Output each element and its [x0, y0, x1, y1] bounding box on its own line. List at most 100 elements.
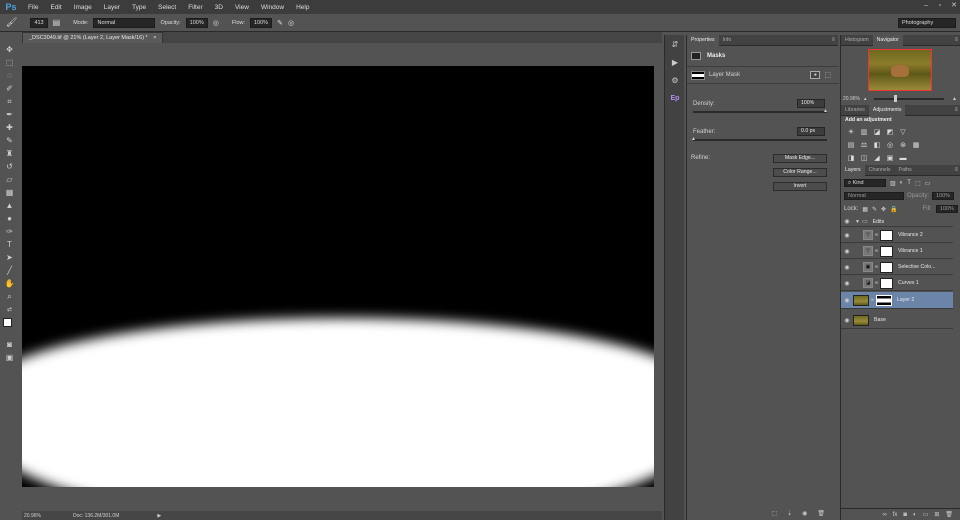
lasso-tool-icon[interactable]: ◌: [0, 69, 19, 82]
filter-shape-icon[interactable]: ⬚: [915, 180, 921, 187]
hue-saturation-icon[interactable]: ▤: [845, 139, 857, 151]
group-expand-icon[interactable]: ▼: [853, 219, 862, 225]
new-layer-icon[interactable]: ⊞: [934, 511, 939, 518]
dodge-tool-icon[interactable]: ●: [0, 212, 19, 225]
status-zoom[interactable]: 20.96%: [24, 513, 41, 519]
mask-thumbnail[interactable]: [691, 70, 705, 80]
layer-kind-select[interactable]: ⌕ Kind: [844, 179, 886, 187]
screen-mode-icon[interactable]: ▣: [0, 351, 19, 364]
layer-mask-thumbnail[interactable]: [876, 294, 892, 306]
visibility-toggle-icon[interactable]: ◉: [802, 510, 807, 520]
apply-mask-icon[interactable]: ⇣: [787, 510, 792, 520]
workspace-select[interactable]: Photography: [898, 17, 956, 28]
brush-panel-icon[interactable]: ▤: [53, 18, 61, 27]
gradient-tool-icon[interactable]: ▦: [0, 186, 19, 199]
chain-link-icon[interactable]: ∞: [873, 232, 880, 238]
curves-icon[interactable]: ◪: [871, 126, 883, 138]
tab-layers[interactable]: Layers: [841, 164, 865, 176]
black-white-icon[interactable]: ◧: [871, 139, 883, 151]
airbrush-icon[interactable]: ✎: [277, 19, 283, 27]
lock-transparent-icon[interactable]: ▦: [862, 206, 868, 213]
color-balance-icon[interactable]: ⚖: [858, 139, 870, 151]
navigator-zoom-handle[interactable]: [894, 94, 898, 102]
menu-edit[interactable]: Edit: [44, 4, 67, 11]
marquee-tool-icon[interactable]: ⬚: [0, 56, 19, 69]
pen-tool-icon[interactable]: ✑: [0, 225, 19, 238]
link-layers-icon[interactable]: ∞: [882, 512, 886, 518]
brush-size-picker[interactable]: 413: [30, 17, 48, 28]
delete-mask-icon[interactable]: 🗑: [817, 510, 825, 520]
density-input[interactable]: 100%: [797, 99, 825, 108]
tab-adjustments[interactable]: Adjustments: [868, 104, 906, 116]
layer-row-selected[interactable]: ◉ ∞ Layer 2: [841, 292, 953, 309]
menu-help[interactable]: Help: [290, 4, 315, 11]
eyedropper-tool-icon[interactable]: ✒: [0, 108, 19, 121]
healing-tool-icon[interactable]: ✚: [0, 121, 19, 134]
tab-info[interactable]: Info: [719, 35, 736, 46]
layer-row[interactable]: ◉ ▣ ∞ Selective Colo...: [841, 260, 953, 275]
density-slider[interactable]: [693, 111, 827, 113]
document-tab[interactable]: _DSC3049.tif @ 21% (Layer 2, Layer Mask/…: [22, 32, 164, 43]
density-slider-handle-icon[interactable]: ▲: [823, 108, 828, 114]
visibility-eye-icon[interactable]: ◉: [841, 248, 853, 255]
new-group-icon[interactable]: ▭: [923, 511, 929, 518]
menu-filter[interactable]: Filter: [182, 4, 208, 11]
visibility-eye-icon[interactable]: ◉: [841, 232, 853, 239]
menu-select[interactable]: Select: [152, 4, 182, 11]
chain-link-icon[interactable]: ∞: [873, 264, 880, 270]
menu-view[interactable]: View: [229, 4, 255, 11]
layer-group-edits[interactable]: ◉ ▼ ▭ Edits: [841, 217, 953, 227]
layer-style-icon[interactable]: fx: [893, 512, 898, 518]
tab-channels[interactable]: Channels: [865, 165, 895, 176]
layer-thumbnail[interactable]: [853, 294, 869, 306]
history-brush-tool-icon[interactable]: ↺: [0, 160, 19, 173]
hand-tool-icon[interactable]: ✋: [0, 277, 19, 290]
line-tool-icon[interactable]: ╱: [0, 264, 19, 277]
filter-smart-icon[interactable]: ▭: [925, 180, 931, 187]
chain-link-icon[interactable]: ∞: [873, 280, 880, 286]
menu-window[interactable]: Window: [255, 4, 290, 11]
blend-mode-select[interactable]: Normal: [844, 192, 904, 200]
eraser-tool-icon[interactable]: ▱: [0, 173, 19, 186]
opacity-input[interactable]: 100%: [185, 17, 208, 28]
quick-select-tool-icon[interactable]: ✐: [0, 82, 19, 95]
maximize-button[interactable]: ▫: [934, 0, 946, 10]
load-selection-icon[interactable]: ⬚: [771, 510, 777, 520]
layer-mask-thumbnail[interactable]: [880, 277, 893, 289]
panel-menu-icon[interactable]: ≡: [831, 37, 838, 43]
layer-mask-thumbnail[interactable]: [880, 245, 893, 257]
layer-mask-thumbnail[interactable]: [880, 229, 893, 241]
filter-adjustment-icon[interactable]: ◐: [900, 180, 904, 186]
vector-mask-icon[interactable]: ⬚: [824, 71, 831, 79]
visibility-eye-icon[interactable]: ◉: [841, 297, 853, 304]
clone-stamp-tool-icon[interactable]: ♜: [0, 147, 19, 160]
photo-filter-icon[interactable]: ◎: [884, 139, 896, 151]
invert-adjustment-icon[interactable]: ◨: [845, 152, 857, 164]
layer-mask-thumbnail[interactable]: [880, 261, 893, 273]
zoom-tool-icon[interactable]: ⌕: [0, 290, 19, 303]
tab-histogram[interactable]: Histogram: [841, 35, 873, 46]
zoom-in-icon[interactable]: ▲: [952, 96, 960, 102]
gradient-map-icon[interactable]: ▬: [897, 152, 909, 164]
layer-opacity-input[interactable]: 100%: [932, 192, 955, 200]
filter-type-icon[interactable]: T: [907, 180, 911, 186]
layer-row[interactable]: ◉ ◪ ∞ Curves 1: [841, 276, 953, 291]
tab-libraries[interactable]: Libraries: [841, 105, 869, 116]
history-panel-icon[interactable]: ⇵: [665, 35, 685, 53]
filter-pixel-icon[interactable]: ▨: [890, 180, 896, 187]
lock-all-icon[interactable]: 🔒: [890, 206, 897, 213]
lock-image-icon[interactable]: ✎: [872, 206, 877, 213]
posterize-icon[interactable]: ◫: [858, 152, 870, 164]
feather-input[interactable]: 0.0 px: [797, 127, 825, 136]
layer-row[interactable]: ◉ ▽ ∞ Vibrance 1: [841, 244, 953, 259]
menu-3d[interactable]: 3D: [209, 4, 229, 11]
menu-image[interactable]: Image: [68, 4, 98, 11]
visibility-eye-icon[interactable]: ◉: [841, 264, 853, 271]
delete-layer-icon[interactable]: 🗑: [945, 511, 953, 518]
navigator-menu-icon[interactable]: ≡: [954, 37, 960, 43]
add-mask-icon[interactable]: ◙: [903, 512, 907, 518]
navigator-preview[interactable]: [868, 49, 932, 91]
extension-ep-icon[interactable]: Ep: [665, 89, 685, 107]
close-window-button[interactable]: ✕: [948, 0, 960, 10]
brightness-contrast-icon[interactable]: ☀: [845, 126, 857, 138]
